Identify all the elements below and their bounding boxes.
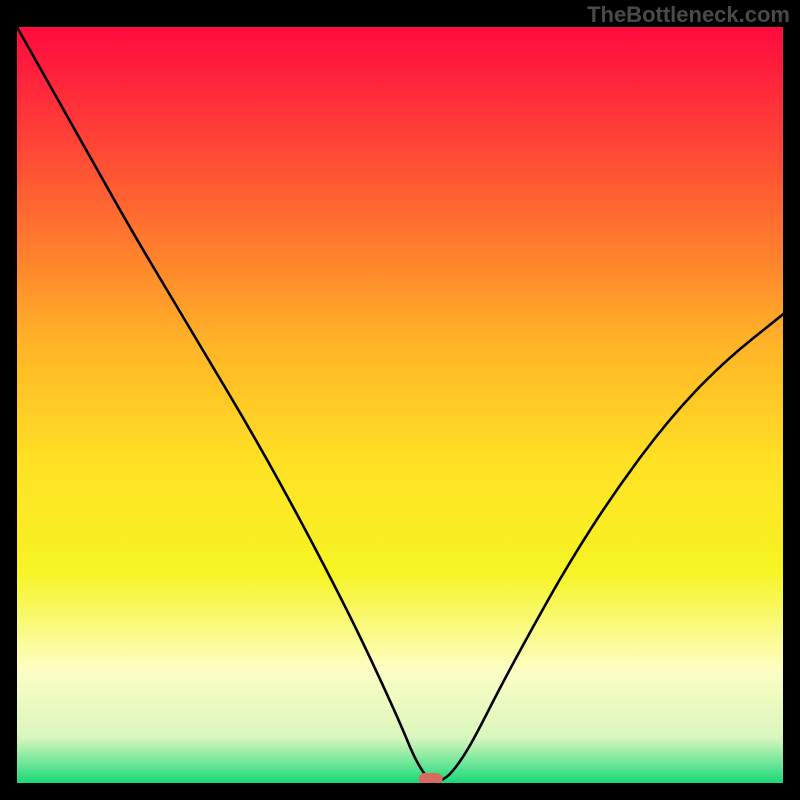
chart-container: TheBottleneck.com [0, 0, 800, 800]
plot-area [17, 27, 783, 783]
optimal-marker [419, 773, 443, 783]
chart-svg [17, 27, 783, 783]
watermark-text: TheBottleneck.com [587, 2, 790, 28]
gradient-background [17, 27, 783, 783]
